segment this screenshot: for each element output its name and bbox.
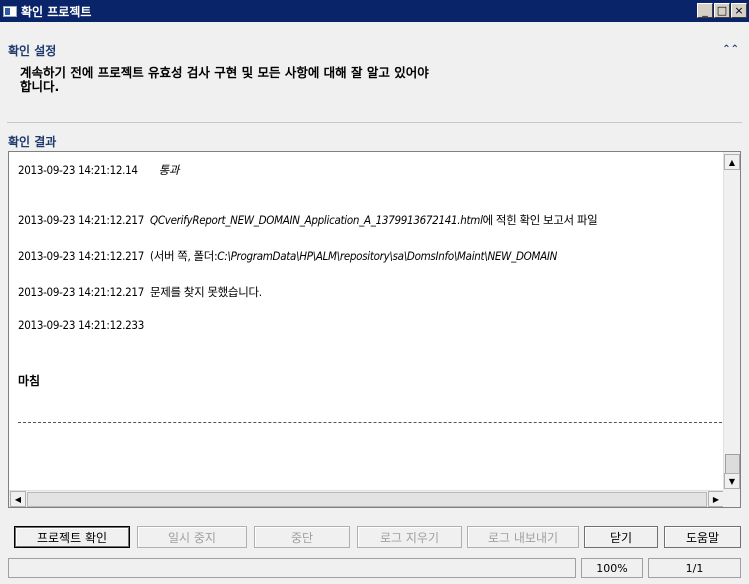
log-line: 2013-09-23 14:21:12.14 통과 — [18, 163, 180, 177]
close-window-button[interactable]: × — [731, 3, 747, 18]
window-title: 확인 프로젝트 — [21, 4, 92, 19]
pause-button[interactable]: 일시 중지 — [137, 526, 247, 548]
export-log-button[interactable]: 로그 내보내기 — [467, 526, 579, 548]
minimize-button[interactable]: _ — [697, 3, 713, 18]
scroll-corner — [723, 490, 740, 507]
done-label: 마침 — [18, 374, 41, 388]
settings-description: 계속하기 전에 프로젝트 유효성 검사 구현 및 모든 사항에 대해 잘 알고 … — [20, 66, 580, 94]
collapse-icon[interactable]: ⌃⌃ — [722, 44, 739, 55]
horizontal-scroll-thumb[interactable] — [27, 492, 707, 507]
clear-log-button[interactable]: 로그 지우기 — [357, 526, 462, 548]
settings-description-line1: 계속하기 전에 프로젝트 유효성 검사 구현 및 모든 사항에 대해 잘 알고 … — [20, 65, 429, 80]
scroll-right-button[interactable]: ▶ — [708, 491, 724, 507]
maximize-button[interactable]: □ — [714, 3, 730, 18]
log-line: 2013-09-23 14:21:12.217 QCverifyReport_N… — [18, 213, 598, 227]
settings-heading: 확인 설정 — [8, 44, 57, 58]
section-divider — [7, 122, 742, 123]
scroll-down-button[interactable]: ▼ — [724, 473, 740, 489]
status-bar: 100% 1/1 — [0, 556, 749, 584]
title-bar[interactable]: 확인 프로젝트 _ □ × — [0, 0, 749, 22]
zoom-level: 100% — [581, 558, 643, 578]
log-line: 2013-09-23 14:21:12.217 (서버 쪽, 폴더:C:\Pro… — [18, 249, 558, 263]
scroll-up-button[interactable]: ▲ — [724, 154, 740, 170]
help-button[interactable]: 도움말 — [664, 526, 741, 548]
app-icon — [3, 5, 17, 17]
scroll-left-button[interactable]: ◀ — [10, 491, 26, 507]
action-buttons: 프로젝트 확인 일시 중지 중단 로그 지우기 로그 내보내기 닫기 도움말 — [0, 526, 749, 548]
results-log[interactable]: 2013-09-23 14:21:12.14 통과 2013-09-23 14:… — [8, 151, 741, 508]
horizontal-scrollbar[interactable]: ◀ ▶ — [9, 490, 725, 507]
page-indicator: 1/1 — [648, 558, 741, 578]
stop-button[interactable]: 중단 — [254, 526, 350, 548]
status-message — [8, 558, 576, 578]
log-line: 2013-09-23 14:21:12.233 — [18, 318, 144, 332]
log-separator — [18, 422, 722, 423]
close-button[interactable]: 닫기 — [584, 526, 658, 548]
vertical-scroll-thumb[interactable] — [725, 454, 740, 474]
vertical-scrollbar[interactable]: ▲ ▼ — [723, 152, 740, 490]
results-heading: 확인 결과 — [8, 135, 57, 149]
verify-project-button[interactable]: 프로젝트 확인 — [14, 526, 130, 548]
log-line: 2013-09-23 14:21:12.217 문제를 찾지 못했습니다. — [18, 285, 262, 299]
settings-description-line2: 합니다. — [20, 79, 60, 94]
